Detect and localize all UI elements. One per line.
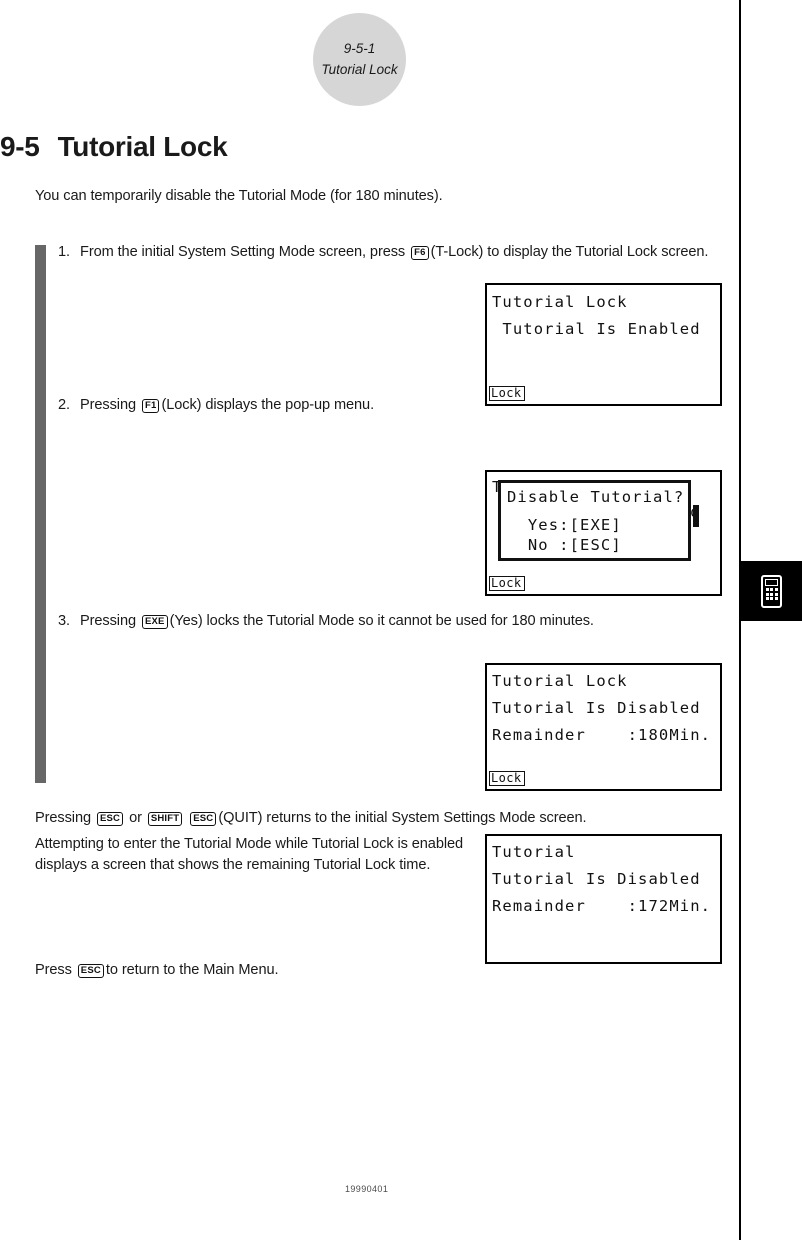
popup-option-no[interactable]: No :[ESC] [507, 537, 622, 554]
step-2-marker: 2. [58, 397, 70, 413]
page-title: 9-5 Tutorial Lock [0, 131, 228, 163]
step-2-text-after: (Lock) displays the pop-up menu. [161, 397, 375, 413]
key-f1-icon: F1 [141, 398, 160, 413]
procedure-step-3: 3. Pressing EXE (Yes) locks the Tutorial … [58, 612, 698, 631]
screen1-line2: Tutorial Is Enabled [492, 320, 701, 338]
popup-prompt: Disable Tutorial? [507, 488, 685, 506]
step-2-text: Pressing F1 (Lock) displays the pop-up me… [80, 396, 488, 415]
screen1-line1: Tutorial Lock [492, 293, 628, 311]
calculator-screen-4: Tutorial Tutorial Is Disabled Remainder … [485, 834, 722, 964]
key-f6-icon: F6 [411, 245, 429, 260]
screen3-fkey-lock[interactable]: Lock [489, 771, 525, 786]
popup-option-yes[interactable]: Yes:[EXE] [507, 517, 622, 534]
screen4-line2: Tutorial Is Disabled [492, 870, 701, 888]
procedure-side-bar [35, 245, 46, 783]
paragraph-quit-before: Pressing [35, 810, 91, 826]
footer-date: 19990401 [345, 1184, 389, 1194]
step-3-text: Pressing EXE (Yes) locks the Tutorial Mod… [80, 612, 698, 631]
screen4-line1: Tutorial [492, 843, 576, 861]
calculator-screen-2: Tutorial Lock Tutorial Is Enabled Disabl… [485, 470, 722, 596]
badge-title: Tutorial Lock [321, 61, 398, 77]
step-2-text-before: Pressing [80, 397, 136, 413]
key-shift-icon: SHIFT [147, 811, 183, 826]
badge-number: 9-5-1 [343, 40, 376, 56]
calculator-icon [761, 574, 782, 608]
popup-shadow [693, 505, 699, 527]
paragraph-attempt: Attempting to enter the Tutorial Mode wh… [35, 836, 464, 874]
step-1-marker: 1. [58, 244, 70, 260]
calculator-screen-3: Tutorial Lock Tutorial Is Disabled Remai… [485, 663, 722, 791]
step-1-text-after: (T-Lock) to display the Tutorial Lock sc… [430, 244, 709, 260]
procedure-step-2: 2. Pressing F1 (Lock) displays the pop-up… [58, 396, 488, 415]
step-3-marker: 3. [58, 613, 70, 629]
step-1-text-before: From the initial System Setting Mode scr… [80, 244, 406, 260]
screen4-line3: Remainder :172Min. [492, 897, 712, 915]
paragraph-quit-middle: or [129, 810, 142, 826]
screen1-fkey-lock[interactable]: Lock [489, 386, 525, 401]
paragraph-press-after: to return to the Main Menu. [105, 962, 279, 978]
step-1-text: From the initial System Setting Mode scr… [80, 243, 718, 262]
popup-disable-tutorial: Disable Tutorial? Yes:[EXE] No :[ESC] [498, 480, 691, 561]
paragraph-press-return: Press ESC to return to the Main Menu. [35, 960, 435, 981]
calculator-screen-1: Tutorial Lock Tutorial Is Enabled Lock [485, 283, 722, 406]
calculator-icon-keys [765, 588, 778, 600]
step-3-text-before: Pressing [80, 613, 136, 629]
paragraph-press-before: Press [35, 962, 72, 978]
page-corner-badge: 9-5-1 Tutorial Lock [313, 13, 406, 106]
screen3-line2: Tutorial Is Disabled [492, 699, 701, 717]
paragraph-quit-after: (QUIT) returns to the initial System Set… [218, 810, 587, 826]
procedure-step-1: 1. From the initial System Setting Mode … [58, 243, 718, 262]
calculator-icon-screen [765, 578, 778, 586]
key-esc-icon-3: ESC [77, 963, 104, 978]
section-title: Tutorial Lock [57, 131, 228, 162]
lead-paragraph: You can temporarily disable the Tutorial… [35, 188, 443, 204]
key-esc-icon-2: ESC [190, 811, 217, 826]
key-exe-icon: EXE [141, 614, 168, 629]
paragraph-quit: Pressing ESC or SHIFT ESC (QUIT) returns … [35, 808, 695, 829]
chapter-index-tab[interactable] [741, 561, 802, 621]
section-number: 9-5 [0, 131, 40, 162]
key-esc-icon: ESC [96, 811, 124, 826]
screen3-line1: Tutorial Lock [492, 672, 628, 690]
step-3-text-after: (Yes) locks the Tutorial Mode so it cann… [169, 613, 594, 629]
screen3-line3: Remainder :180Min. [492, 726, 712, 744]
screen2-fkey-lock[interactable]: Lock [489, 576, 525, 591]
